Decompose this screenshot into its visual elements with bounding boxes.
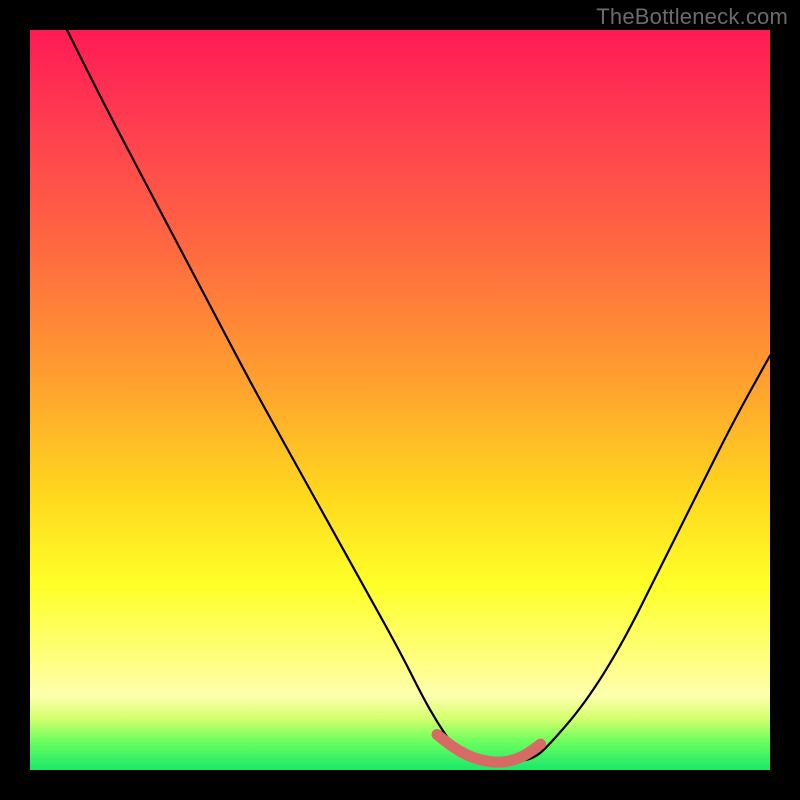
chart-frame: TheBottleneck.com [0,0,800,800]
chart-svg [30,30,770,770]
optimal-band-path [437,734,541,762]
plot-area [30,30,770,770]
bottleneck-curve-path [67,30,770,763]
watermark-text: TheBottleneck.com [596,4,788,30]
